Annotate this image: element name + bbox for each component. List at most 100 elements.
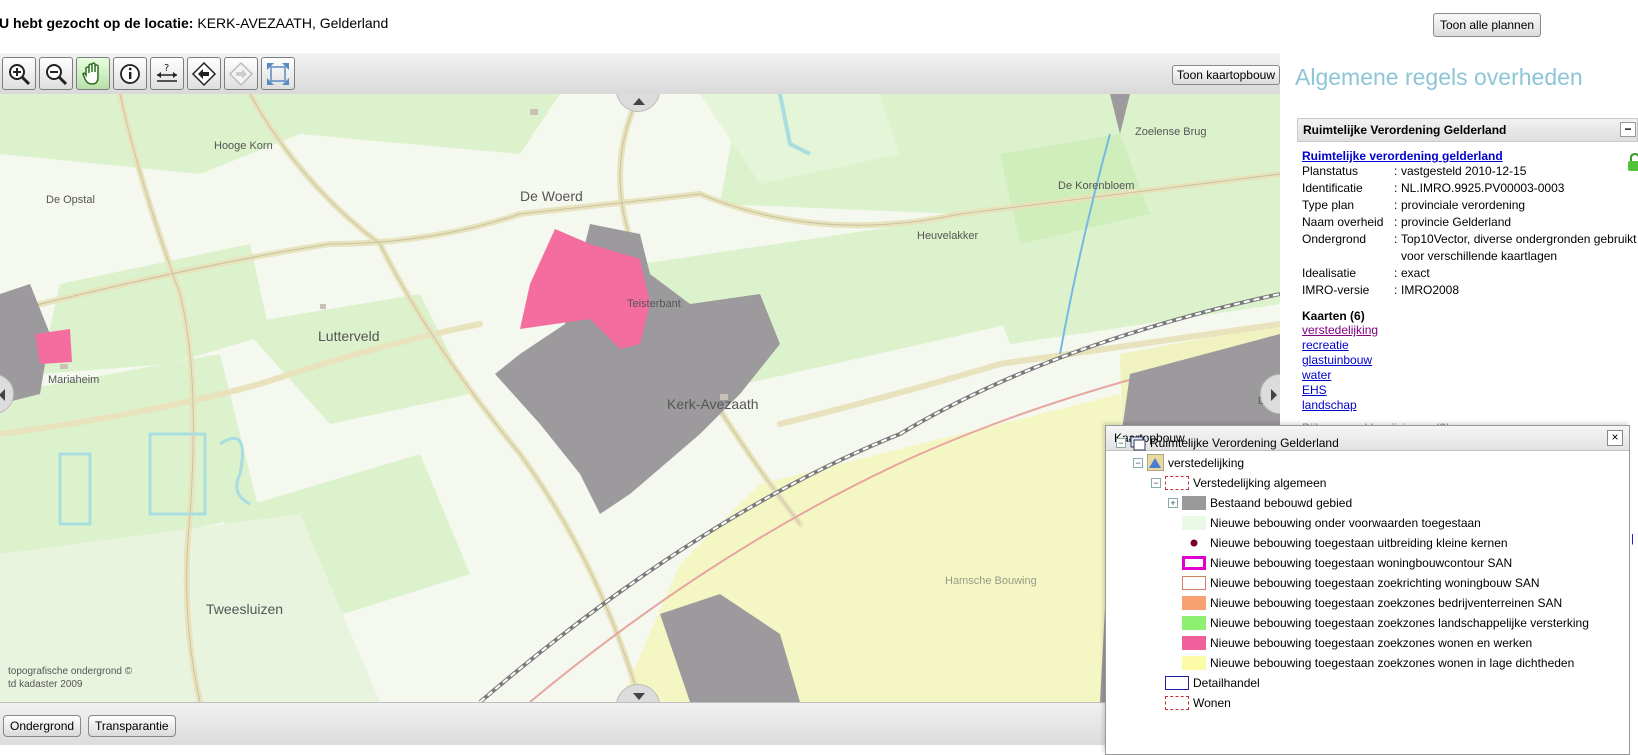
full-extent-icon [267,63,289,85]
kaart-link-glastuinbouw[interactable]: glastuinbouw [1302,353,1638,368]
kaart-link-recreatie[interactable]: recreatie [1302,338,1638,353]
map-label-heuvelakker: Heuvelakker [917,230,979,242]
search-location: KERK-AVEZAATH, Gelderland [197,15,389,31]
chevron-up-icon [633,98,645,105]
kaart-link-ehs[interactable]: EHS [1302,383,1638,398]
property-row: Type plan: provinciale verordening [1302,197,1638,214]
map-bottom-bar: Ondergrond Transparantie [0,702,1280,745]
kaart-link-verstedelijking[interactable]: verstedelijking [1302,323,1638,338]
map-label-de-korenbloem: De Korenbloem [1058,180,1135,192]
info-button[interactable] [113,57,147,90]
map-label-de-opstal: De Opstal [46,194,95,206]
zoom-out-button[interactable] [39,57,73,90]
legend-swatch [1182,556,1206,570]
pan-button[interactable] [76,57,110,90]
property-row: Planstatus: vastgesteld 2010-12-15 [1302,163,1638,180]
close-button[interactable]: × [1607,430,1623,446]
expand-toggle-icon[interactable]: + [1168,498,1178,508]
property-separator: : [1394,232,1398,246]
legend-item-label: Detailhandel [1193,676,1260,690]
legend-swatch [1182,576,1206,590]
pan-hand-icon [82,62,99,85]
legend-swatch [1182,496,1206,510]
kaart-link-water[interactable]: water [1302,368,1638,383]
legend-layer-label: verstedelijking [1168,456,1245,470]
map-label-mariaheim: Mariaheim [48,374,100,386]
property-row: Idealisatie: exact [1302,265,1638,282]
plan-properties: Planstatus: vastgesteld 2010-12-15 Identif… [1297,163,1638,299]
legend-swatch [1182,636,1206,650]
legend-swatch [1182,596,1206,610]
collapse-toggle-icon[interactable]: − [1116,438,1126,448]
property-key: Naam overheid [1302,215,1384,229]
info-icon [120,64,140,84]
property-value: exact [1401,266,1430,280]
legend-item-label: Nieuwe bebouwing toegestaan zoekzones be… [1210,596,1563,610]
property-key: IMRO-versie [1302,283,1370,297]
legend-swatch [1165,696,1189,710]
property-separator: : [1394,283,1398,297]
property-key: Idealisatie [1302,266,1357,280]
chevron-left-icon [0,389,5,401]
property-row: Ondergrond: Top10Vector, diverse ondergro… [1302,231,1638,265]
chevron-right-icon [1271,389,1277,401]
property-value: provinciale verordening [1401,198,1526,212]
attribution-line: topografische ondergrond © [8,666,133,677]
legend-swatch [1165,676,1189,690]
property-row: Identificatie: NL.IMRO.9925.PV00003-0003 [1302,180,1638,197]
chevron-down-icon [633,693,645,700]
legend-swatch [1182,616,1206,630]
legend-item-label: Nieuwe bebouwing toegestaan zoekzones wo… [1210,656,1575,670]
property-separator: : [1394,266,1398,280]
property-row: IMRO-versie: IMRO2008 [1302,282,1638,299]
legend-swatch [1182,516,1206,530]
pan-south-button[interactable] [616,684,660,702]
show-map-structure-button[interactable]: Toon kaartopbouw [1171,65,1280,85]
map-label-de-woerd: De Woerd [520,188,583,204]
legend-item-label: Nieuwe bebouwing toegestaan zoekzones wo… [1210,636,1533,650]
transparantie-button[interactable]: Transparantie [88,715,176,737]
property-separator: : [1394,198,1398,212]
legend-item-label: Nieuwe bebouwing toegestaan zoekrichting… [1210,576,1540,590]
edge-marker: | [1631,533,1634,545]
legend-item-label: Nieuwe bebouwing toegestaan woningbouwco… [1210,556,1513,570]
ondergrond-button[interactable]: Ondergrond [3,715,82,737]
legend-item-label: Wonen [1193,696,1231,710]
measure-button[interactable]: ? [150,57,184,90]
property-value: NL.IMRO.9925.PV00003-0003 [1401,181,1565,195]
zoom-in-button[interactable] [2,57,36,90]
property-row: Naam overheid: provincie Gelderland [1302,214,1638,231]
zoom-in-icon [9,64,31,86]
show-all-plans-button[interactable]: Toon alle plannen [1433,13,1542,37]
pan-north-button[interactable] [616,94,660,112]
legend-root-label: Ruimtelijke Verordening Gelderland [1150,436,1339,450]
collapse-toggle-icon[interactable]: − [1151,478,1161,488]
map-label-hooge-korn: Hooge Korn [214,140,273,152]
full-extent-button[interactable] [261,57,295,90]
property-value: IMRO2008 [1401,283,1460,297]
property-value: provincie Gelderland [1401,215,1512,229]
plan-header[interactable]: Ruimtelijke Verordening Gelderland − [1297,118,1638,142]
map-attribution: topografische ondergrond © td kadaster 2… [8,665,132,691]
kaarten-list: verstedelijking recreatie glastuinbouw wate… [1297,323,1638,413]
legend-item-label: Nieuwe bebouwing onder voorwaarden toege… [1210,516,1481,530]
next-extent-button[interactable] [224,57,258,90]
lock-icon [1628,152,1638,171]
legend-item-label: Bestaand bebouwd gebied [1210,496,1353,510]
legend-group-label: Verstedelijking algemeen [1193,476,1327,490]
collapse-button[interactable]: − [1620,122,1636,137]
collapse-toggle-icon[interactable]: − [1133,458,1143,468]
plan-header-label: Ruimtelijke Verordening Gelderland [1303,123,1507,137]
previous-extent-button[interactable] [187,57,221,90]
next-extent-icon [228,61,254,87]
pan-west-button[interactable] [0,374,14,414]
kaart-link-landschap[interactable]: landschap [1302,398,1638,413]
search-location-text: U hebt gezocht op de locatie: KERK-AVEZA… [0,15,388,31]
previous-extent-icon [191,61,217,87]
plan-info-panel: Ruimtelijke Verordening Gelderland − Rui… [1297,118,1638,448]
pan-east-button[interactable] [1260,374,1280,414]
panel-title: Algemene regels overheden [1295,64,1583,90]
property-key: Type plan [1302,198,1355,212]
plan-link[interactable]: Ruimtelijke verordening gelderland [1302,149,1638,163]
map-canvas[interactable]: Hooge Korn De Opstal De Woerd Lutterveld… [0,94,1280,702]
